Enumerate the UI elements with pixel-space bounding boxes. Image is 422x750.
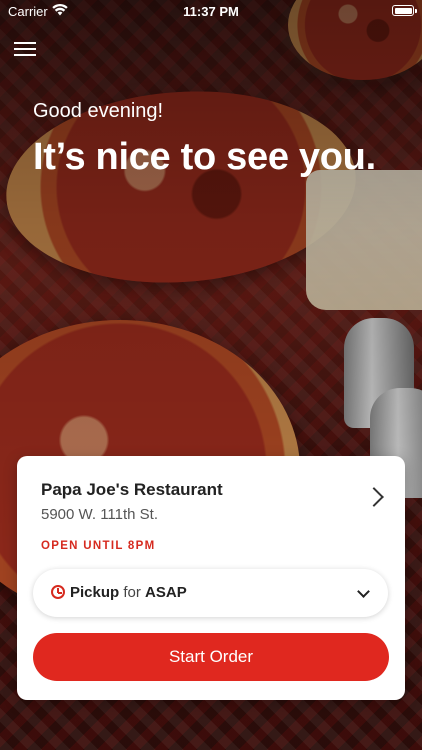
status-bar: Carrier 11:37 PM: [0, 0, 422, 22]
chevron-down-icon: [357, 585, 370, 598]
hamburger-menu-icon[interactable]: [14, 38, 36, 58]
order-time: ASAP: [145, 584, 187, 601]
restaurant-address: 5900 W. 111th St.: [41, 506, 159, 523]
pickup-time-selector[interactable]: Pickup for ASAP: [33, 569, 388, 617]
restaurant-name[interactable]: Papa Joe's Restaurant: [41, 480, 223, 500]
greeting-subtitle: Good evening!: [33, 100, 164, 122]
clock-icon: [51, 585, 65, 599]
clock-time: 11:37 PM: [183, 4, 239, 19]
restaurant-card: Papa Joe's Restaurant 5900 W. 111th St. …: [17, 456, 405, 700]
order-connector: for: [123, 584, 141, 601]
open-status: OPEN UNTIL 8PM: [41, 540, 156, 552]
start-order-button[interactable]: Start Order: [33, 633, 389, 681]
pickup-summary: Pickup for ASAP: [70, 584, 187, 601]
battery-icon: [392, 5, 417, 16]
chevron-right-icon[interactable]: [364, 487, 384, 507]
order-mode: Pickup: [70, 584, 120, 601]
greeting-title: It’s nice to see you.: [33, 136, 376, 178]
